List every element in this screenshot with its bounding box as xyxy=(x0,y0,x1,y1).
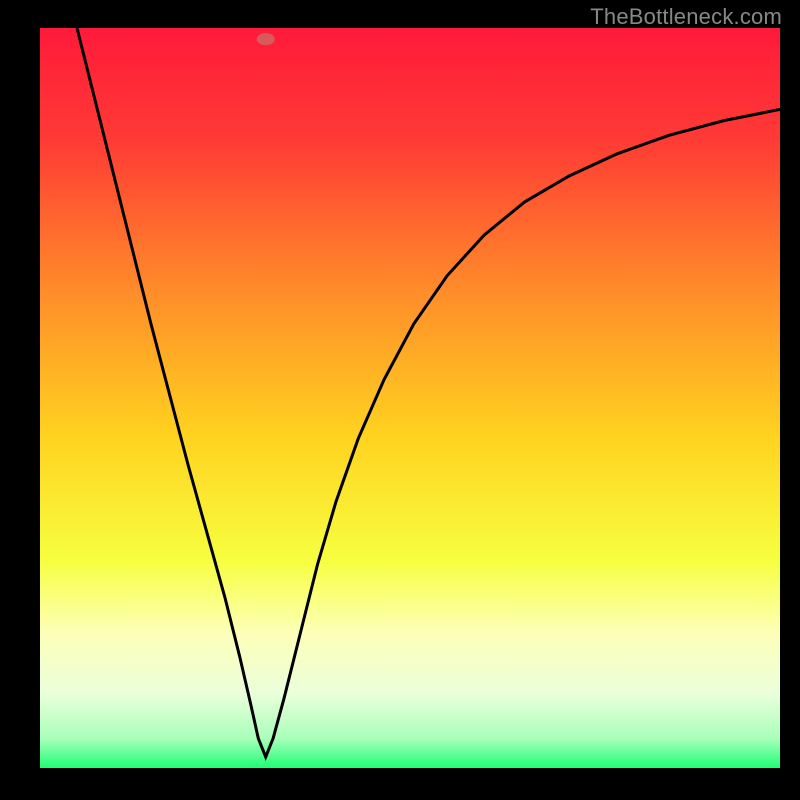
optimum-marker xyxy=(257,33,275,45)
bottleneck-chart xyxy=(40,28,780,768)
watermark-label: TheBottleneck.com xyxy=(590,4,782,30)
chart-frame xyxy=(40,28,780,768)
chart-background xyxy=(40,28,780,768)
